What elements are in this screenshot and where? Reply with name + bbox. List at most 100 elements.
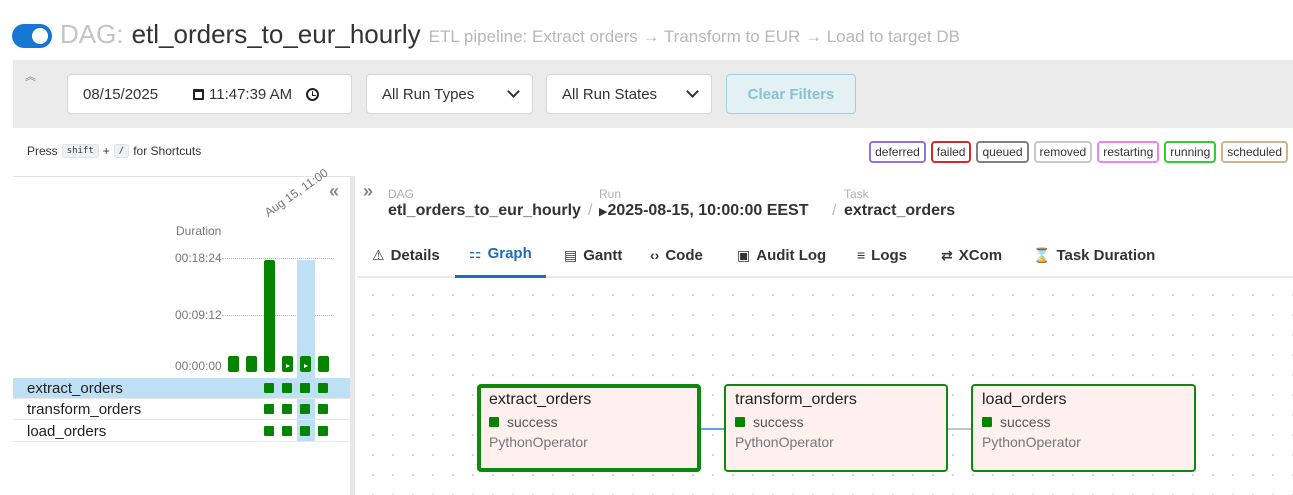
gridline-mid — [222, 315, 332, 316]
task-instance-square[interactable] — [282, 404, 292, 414]
node-name: load_orders — [982, 391, 1067, 408]
state-legend: deferred failed queued removed restarting run… — [869, 141, 1288, 163]
collapse-filters-icon[interactable]: ︽ — [25, 68, 36, 84]
node-state: success — [489, 414, 689, 430]
breadcrumb-separator: / — [832, 202, 837, 219]
task-instance-square[interactable] — [264, 404, 274, 414]
breadcrumb-separator: / — [588, 202, 593, 219]
tab-label: Gantt — [583, 246, 623, 264]
tab-details[interactable]: ⚠ Details — [372, 232, 440, 278]
success-icon — [489, 417, 499, 427]
gantt-icon: ▤ — [564, 246, 578, 263]
xcom-icon: ⇄ — [941, 246, 953, 263]
task-instance-square[interactable] — [282, 383, 292, 393]
graph-node-transform-orders[interactable]: transform_orders success PythonOperator — [724, 384, 948, 472]
tab-label: Logs — [871, 246, 908, 264]
clock-icon[interactable] — [306, 87, 320, 101]
legend-scheduled[interactable]: scheduled — [1221, 141, 1288, 163]
breadcrumb-task-caption: Task — [844, 187, 869, 201]
tab-graph[interactable]: ⚏ Graph — [455, 232, 546, 278]
run-types-select[interactable]: All Run Types — [366, 74, 533, 114]
clear-filters-button[interactable]: Clear Filters — [726, 74, 856, 114]
collapse-grid-icon[interactable]: « — [329, 181, 339, 202]
node-operator: PythonOperator — [735, 434, 834, 450]
legend-restarting[interactable]: restarting — [1097, 141, 1160, 163]
base-date-input[interactable]: 08/15/2025 11:47:39 AM — [67, 74, 352, 114]
detail-tabs: ⚠ Details ⚏ Graph ▤ Gantt ‹› Code ▣ Audit Log… — [357, 232, 1293, 278]
dag-id-title: etl_orders_to_eur_hourly — [131, 18, 421, 49]
shortcuts-hint: Press shift + / for Shortcuts — [27, 144, 201, 158]
legend-running[interactable]: running — [1164, 141, 1217, 163]
date-value: 08/15/2025 — [83, 85, 159, 103]
tab-gantt[interactable]: ▤ Gantt — [564, 232, 622, 278]
success-icon — [735, 417, 745, 427]
legend-queued[interactable]: queued — [976, 141, 1029, 163]
graph-icon: ⚏ — [469, 245, 482, 261]
breadcrumb-run-value: ▶2025-08-15, 10:00:00 EEST — [599, 202, 808, 220]
task-instance-square[interactable] — [300, 426, 310, 436]
breadcrumb-dag-value: etl_orders_to_eur_hourly — [388, 202, 581, 219]
task-instance-square[interactable] — [300, 383, 310, 393]
dag-label: DAG: — [60, 18, 124, 49]
tab-task-duration[interactable]: ⌛ Task Duration — [1033, 232, 1155, 278]
task-instance-square[interactable] — [318, 426, 328, 436]
task-instance-square[interactable] — [318, 383, 328, 393]
node-state-text: success — [753, 414, 804, 430]
breadcrumb-run[interactable]: Run ▶2025-08-15, 10:00:00 EEST — [599, 187, 808, 220]
node-state-text: success — [1000, 414, 1051, 430]
breadcrumb-task[interactable]: Task extract_orders — [844, 187, 955, 220]
logs-icon: ≡ — [857, 247, 866, 263]
run-duration-bar[interactable] — [318, 356, 329, 372]
panel-resizer[interactable] — [350, 176, 355, 495]
tab-xcom[interactable]: ⇄ XCom — [941, 232, 1002, 278]
duration-axis-label: Duration — [176, 224, 222, 238]
breadcrumb-dag-caption: DAG — [388, 187, 415, 201]
task-instance-square[interactable] — [264, 383, 274, 393]
slash-key: / — [113, 144, 130, 158]
task-instance-square[interactable] — [282, 426, 292, 436]
audit-log-icon: ▣ — [737, 246, 751, 263]
tab-label: Audit Log — [756, 246, 827, 264]
dag-description: ETL pipeline: Extract orders → Transform… — [428, 27, 960, 46]
toggle-knob — [32, 28, 48, 44]
tab-logs[interactable]: ≡ Logs — [857, 232, 907, 278]
node-state: success — [735, 414, 937, 430]
node-operator: PythonOperator — [489, 434, 588, 450]
node-name: extract_orders — [489, 391, 592, 408]
run-duration-bar[interactable] — [300, 356, 311, 372]
tab-audit-log[interactable]: ▣ Audit Log — [737, 232, 826, 278]
chevron-down-icon — [686, 85, 699, 98]
run-duration-bar[interactable] — [228, 356, 239, 372]
calendar-icon[interactable] — [193, 88, 204, 100]
task-instance-square[interactable] — [264, 426, 274, 436]
tab-code[interactable]: ‹› Code — [650, 232, 703, 278]
edge-extract-to-transform — [701, 428, 726, 430]
run-duration-bar[interactable] — [246, 356, 257, 372]
run-states-select[interactable]: All Run States — [546, 74, 712, 114]
dag-pause-toggle[interactable] — [12, 24, 52, 48]
warning-icon: ⚠ — [372, 246, 385, 263]
run-duration-bar[interactable] — [264, 260, 275, 372]
breadcrumb-dag[interactable]: DAG etl_orders_to_eur_hourly — [388, 187, 581, 220]
run-id-text: 2025-08-15, 10:00:00 EEST — [607, 202, 809, 219]
dag-header: DAG: etl_orders_to_eur_hourly ETL pipeli… — [12, 14, 960, 54]
filter-bar: ︽ 08/15/2025 11:47:39 AM All Run Types A… — [13, 60, 1293, 128]
legend-failed[interactable]: failed — [930, 141, 972, 163]
success-icon — [982, 417, 992, 427]
graph-node-extract-orders[interactable]: extract_orders success PythonOperator — [477, 384, 701, 472]
expand-details-icon[interactable]: » — [363, 181, 373, 202]
legend-removed[interactable]: removed — [1033, 141, 1093, 163]
run-states-value: All Run States — [562, 85, 658, 103]
edge-transform-to-load — [948, 428, 973, 430]
graph-canvas[interactable]: extract_orders success PythonOperator tr… — [357, 279, 1293, 495]
shortcuts-plus: + — [102, 144, 110, 158]
run-duration-bar[interactable] — [282, 356, 293, 372]
tab-label: XCom — [958, 246, 1003, 264]
task-instance-square[interactable] — [318, 404, 328, 414]
breadcrumb-run-caption: Run — [599, 187, 622, 201]
node-operator: PythonOperator — [982, 434, 1081, 450]
legend-deferred[interactable]: deferred — [869, 141, 926, 163]
graph-node-load-orders[interactable]: load_orders success PythonOperator — [971, 384, 1196, 472]
task-instance-square[interactable] — [300, 404, 310, 414]
run-types-value: All Run Types — [382, 85, 475, 103]
